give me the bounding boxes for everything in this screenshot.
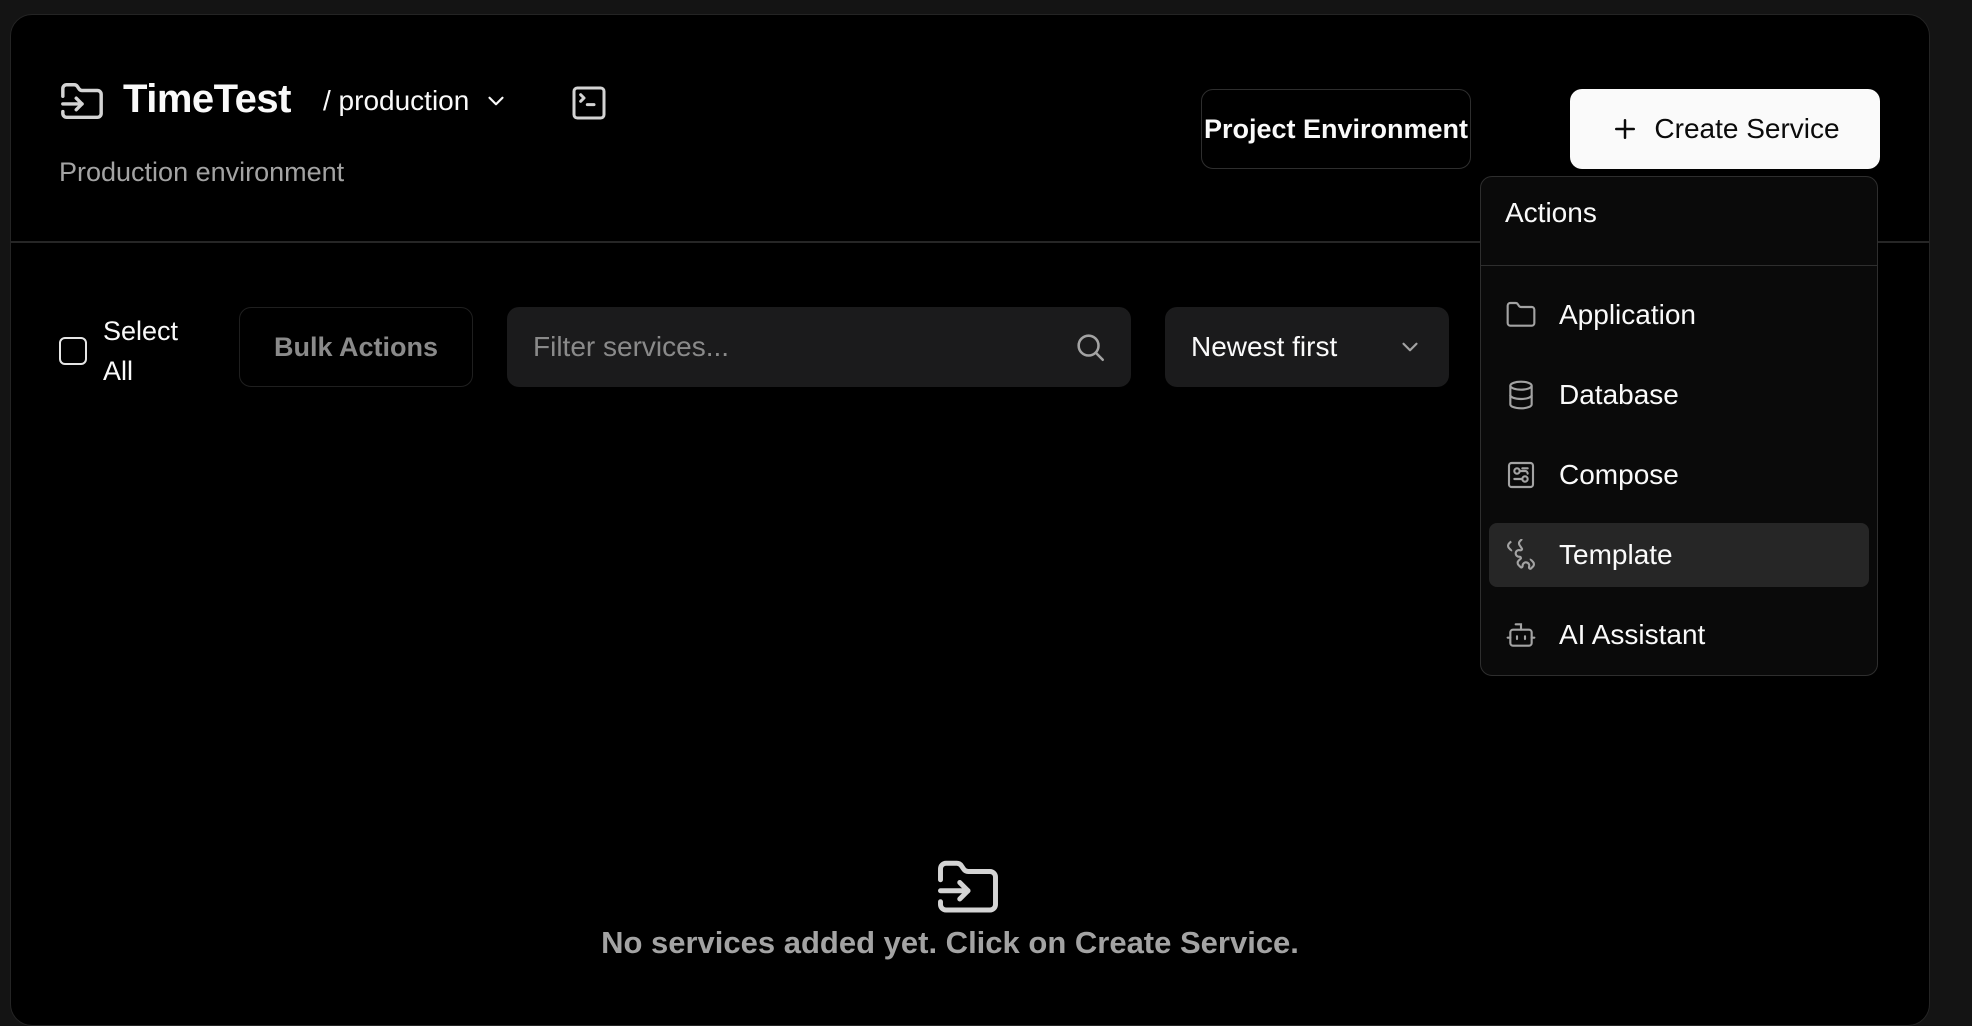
menu-item-label: Database — [1559, 379, 1679, 410]
bulk-actions-button[interactable]: Bulk Actions — [239, 307, 473, 387]
chevron-down-icon — [1402, 342, 1418, 352]
folder-input-icon — [61, 83, 103, 120]
menu-item-compose[interactable]: Compose — [1489, 443, 1869, 507]
plus-icon — [1615, 119, 1636, 139]
menu-item-application[interactable]: Application — [1489, 283, 1869, 347]
menu-separator — [1481, 265, 1877, 266]
chevron-down-icon — [488, 96, 504, 106]
project-environment-button[interactable]: Project Environment — [1201, 89, 1471, 169]
puzzle-icon — [1507, 539, 1535, 570]
empty-state-message: No services added yet. Click on Create S… — [11, 925, 1929, 961]
menu-item-database[interactable]: Database — [1489, 363, 1869, 427]
sort-value: Newest first — [1191, 331, 1338, 362]
menu-item-label: Application — [1559, 299, 1696, 330]
menu-label: Actions — [1505, 197, 1597, 228]
actions-dropdown-menu: Actions Application Database Compose Tem… — [1480, 176, 1878, 676]
create-service-label: Create Service — [1654, 113, 1840, 144]
terminal-icon[interactable] — [569, 83, 609, 123]
database-icon — [1509, 380, 1533, 410]
environment-switcher[interactable]: / production — [323, 85, 509, 117]
search-icon — [1077, 334, 1105, 362]
menu-item-ai-assistant[interactable]: AI Assistant — [1489, 603, 1869, 667]
select-all-label: Select All — [103, 316, 179, 386]
menu-item-label: Template — [1559, 539, 1673, 570]
menu-item-label: AI Assistant — [1559, 619, 1706, 650]
menu-item-template[interactable]: Template — [1489, 523, 1869, 587]
compose-icon — [1507, 461, 1535, 489]
empty-state-text: No services added yet. Click on Create S… — [601, 925, 1299, 960]
environment-description: Production environment — [59, 157, 345, 187]
bot-icon — [1506, 623, 1536, 647]
sort-select[interactable]: Newest first — [1165, 307, 1449, 387]
project-title: TimeTest — [123, 77, 291, 121]
menu-item-label: Compose — [1559, 459, 1679, 490]
environment-name: / production — [323, 85, 470, 116]
checkbox[interactable] — [59, 337, 87, 365]
filter-services-field — [507, 307, 1131, 387]
folder-icon — [1506, 301, 1536, 327]
create-service-button[interactable]: Create Service — [1570, 89, 1880, 169]
filter-services-input[interactable] — [531, 330, 1073, 364]
select-all-checkbox[interactable]: Select All — [59, 311, 193, 391]
folder-input-icon — [938, 860, 998, 913]
